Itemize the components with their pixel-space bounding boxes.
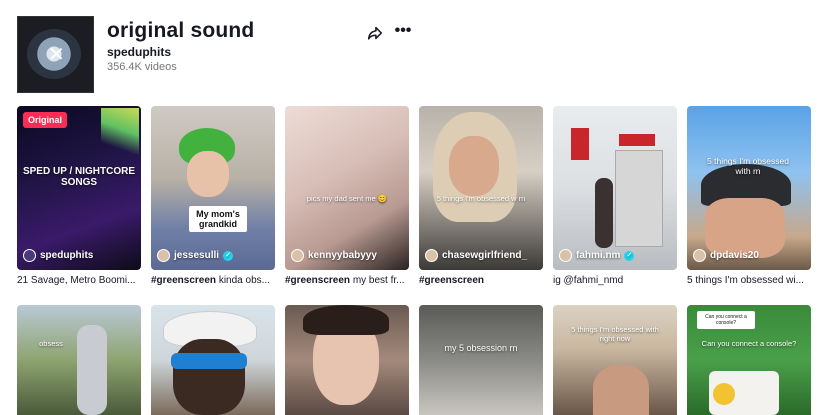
lightning-image	[101, 108, 139, 163]
more-dots-icon[interactable]: •••	[394, 23, 412, 42]
hashtag-link[interactable]: #greenscreen	[419, 275, 484, 286]
lens-image	[713, 383, 735, 405]
video-card[interactable]: My mom's grandkid jessesulli ✓ #greenscr…	[151, 106, 275, 286]
video-thumbnail[interactable]: 5 things I'm obsessed with right now	[553, 305, 677, 415]
video-caption[interactable]: 5 things I'm obsessed wi...	[687, 275, 811, 286]
video-card[interactable]: pics my dad sent me 😊 kennyybabyyy #gree…	[285, 106, 409, 286]
sound-author-link[interactable]: speduphits	[107, 45, 171, 59]
sound-header: ✕ original sound speduphits 356.4K video…	[17, 16, 417, 94]
hair-image	[303, 305, 389, 335]
video-author[interactable]: dpdavis20	[693, 249, 759, 262]
overlay-text: obsess	[39, 339, 63, 348]
video-card[interactable]: 5 things I'm obsessed with right now	[553, 305, 677, 415]
atm-machine-image	[615, 150, 663, 247]
video-thumbnail[interactable]: My mom's grandkid jessesulli ✓	[151, 106, 275, 270]
video-card[interactable]: obsess	[17, 305, 141, 415]
share-arrow-icon[interactable]	[366, 24, 384, 42]
text-sticker: My mom's grandkid	[189, 206, 247, 232]
video-card[interactable]: 5 things I'm obsessed w rn chasewgirlfri…	[419, 106, 543, 286]
verified-check-icon: ✓	[624, 250, 635, 261]
atm-sign-image	[571, 128, 589, 160]
sound-title: original sound	[107, 19, 255, 42]
video-thumbnail[interactable]	[285, 305, 409, 415]
video-thumbnail[interactable]: Original SPED UP / NIGHTCORE SONGS spedu…	[17, 106, 141, 270]
hashtag-link[interactable]: #greenscreen	[151, 275, 216, 286]
question-sticker: Can you connect a console?	[697, 311, 755, 329]
face-image	[449, 136, 499, 196]
video-card[interactable]: Can you connect a console? Can you conne…	[687, 305, 811, 415]
video-count: 356.4K videos	[107, 61, 177, 73]
video-caption[interactable]: #greenscreen my best fr...	[285, 275, 409, 286]
overlay-text: 5 things I'm obsessed with right now	[571, 325, 659, 343]
overlay-text: Can you connect a console?	[701, 339, 797, 348]
avatar	[23, 249, 36, 262]
video-card[interactable]	[151, 305, 275, 415]
video-thumbnail[interactable]: 5 things I'm obsessed w rn chasewgirlfri…	[419, 106, 543, 270]
face-image	[187, 151, 229, 197]
overlay-text: 5 things I'm obsessed w rn	[436, 194, 526, 203]
video-caption[interactable]: #greenscreen	[419, 275, 543, 286]
video-card[interactable]: my 5 obsession rn	[419, 305, 543, 415]
video-author[interactable]: speduphits	[23, 249, 93, 262]
video-thumbnail[interactable]	[151, 305, 275, 415]
video-thumbnail[interactable]: obsess	[17, 305, 141, 415]
avatar	[291, 249, 304, 262]
overlay-text: 5 things I'm obsessed with rn	[707, 156, 789, 176]
avatar	[425, 249, 438, 262]
video-thumbnail[interactable]: Can you connect a console? Can you conne…	[687, 305, 811, 415]
face-image	[173, 339, 245, 415]
cover-figure-icon: ✕	[48, 44, 65, 66]
overlay-text: SPED UP / NIGHTCORE SONGS	[22, 166, 136, 188]
video-caption[interactable]: 21 Savage, Metro Boomi...	[17, 275, 141, 286]
face-image	[593, 365, 649, 415]
atm-sign-image	[619, 134, 655, 146]
video-caption[interactable]: ig @fahmi_nmd	[553, 275, 677, 286]
person-image	[77, 325, 107, 415]
video-thumbnail[interactable]: 5 things I'm obsessed with rn dpdavis20	[687, 106, 811, 270]
video-author[interactable]: chasewgirlfriend_	[425, 249, 527, 262]
avatar	[559, 249, 572, 262]
avatar	[157, 249, 170, 262]
video-thumbnail[interactable]: pics my dad sent me 😊 kennyybabyyy	[285, 106, 409, 270]
avatar	[693, 249, 706, 262]
video-card[interactable]: fahmi.nm ✓ ig @fahmi_nmd	[553, 106, 677, 286]
video-thumbnail[interactable]: my 5 obsession rn	[419, 305, 543, 415]
video-author[interactable]: fahmi.nm ✓	[559, 249, 635, 262]
video-card[interactable]: Original SPED UP / NIGHTCORE SONGS spedu…	[17, 106, 141, 286]
hashtag-link[interactable]: #greenscreen	[285, 275, 350, 286]
sunglasses-image	[171, 353, 247, 369]
verified-check-icon: ✓	[223, 250, 234, 261]
video-author[interactable]: jessesulli ✓	[157, 249, 234, 262]
video-author[interactable]: kennyybabyyy	[291, 249, 377, 262]
overlay-text: pics my dad sent me 😊	[306, 194, 388, 203]
video-thumbnail[interactable]: fahmi.nm ✓	[553, 106, 677, 270]
video-caption[interactable]: #greenscreen kinda obs...	[151, 275, 275, 286]
original-badge: Original	[23, 112, 68, 128]
sound-cover[interactable]: ✕	[17, 16, 94, 93]
overlay-text: my 5 obsession rn	[444, 343, 518, 353]
person-image	[595, 178, 613, 248]
video-card[interactable]	[285, 305, 409, 415]
video-card[interactable]: 5 things I'm obsessed with rn dpdavis20 …	[687, 106, 811, 286]
